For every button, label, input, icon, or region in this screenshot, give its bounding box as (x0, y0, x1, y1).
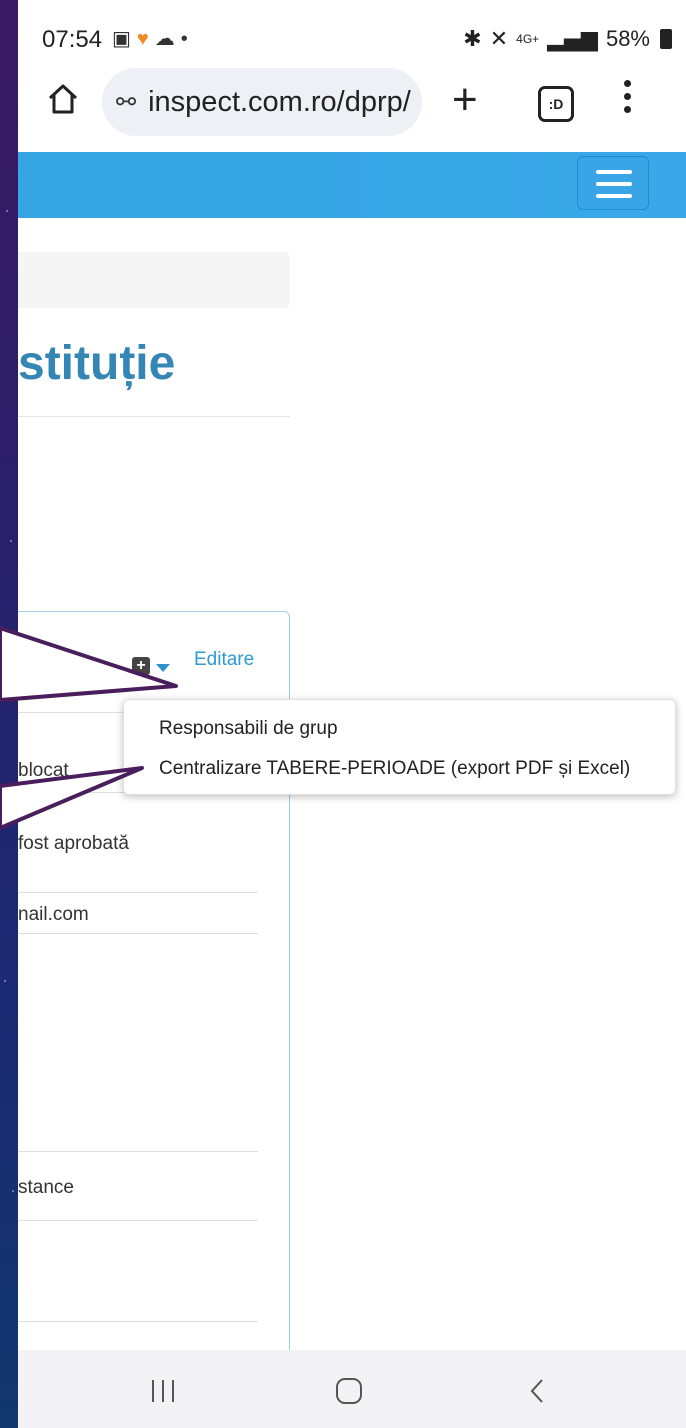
status-time: 07:54 (42, 26, 103, 53)
back-icon[interactable] (526, 1378, 550, 1404)
signal-icon: ▂▄▆ (547, 26, 598, 52)
actions-dropdown-menu: Responsabili de grup Centralizare TABERE… (123, 699, 676, 795)
page-title: stituție (18, 337, 176, 390)
android-nav-bar (18, 1350, 686, 1428)
app-notification-icon: ♥ (136, 28, 155, 50)
address-bar[interactable]: ⚯ inspect.com.ro/dprp/ (102, 68, 422, 136)
background-star (10, 540, 12, 542)
panel-row-text: stance (18, 1177, 74, 1198)
weather-icon: ☁ (154, 28, 181, 50)
row-divider (18, 933, 258, 934)
site-header (18, 152, 686, 218)
new-tab-icon[interactable]: + (452, 78, 478, 122)
row-divider (18, 1321, 258, 1322)
home-nav-icon[interactable] (336, 1378, 362, 1404)
site-settings-icon[interactable]: ⚯ (116, 88, 136, 116)
panel-actions: + (132, 657, 170, 675)
notification-icons: ▣♥☁• (112, 26, 194, 51)
add-icon[interactable]: + (132, 657, 150, 675)
panel-row-text: fost aprobată (18, 833, 129, 854)
background-star (12, 1190, 14, 1192)
edit-link[interactable]: Editare (194, 649, 254, 671)
recents-icon[interactable] (152, 1380, 176, 1402)
background-star (4, 980, 6, 982)
phone-screen: 07:54 ▣♥☁• ✱ ✕ 4G+ ▂▄▆ 58% ⚯ inspect.com… (18, 0, 686, 1428)
browser-menu-icon[interactable] (624, 80, 632, 119)
caret-down-icon[interactable] (156, 663, 170, 672)
gallery-icon: ▣ (112, 28, 137, 50)
row-divider (18, 1151, 258, 1152)
menu-item-responsabili[interactable]: Responsabili de grup (159, 718, 338, 740)
row-divider (18, 892, 258, 893)
title-divider (18, 416, 290, 417)
panel-row-text: nail.com (18, 904, 89, 925)
url-text: inspect.com.ro/dprp/ (148, 85, 411, 118)
menu-item-centralizare[interactable]: Centralizare TABERE-PERIOADE (export PDF… (159, 758, 630, 780)
tab-switcher-button[interactable]: :D (538, 86, 574, 122)
panel-row-text: blocat (18, 760, 69, 781)
network-type: 4G+ (516, 32, 540, 46)
more-notifications-icon: • (180, 28, 194, 50)
mute-icon: ✕ (489, 26, 509, 52)
bluetooth-icon: ✱ (463, 26, 482, 52)
battery-icon (660, 29, 672, 49)
hamburger-menu-button[interactable] (577, 156, 649, 210)
battery-percent: 58% (605, 26, 650, 51)
background-star (6, 210, 8, 212)
browser-toolbar: ⚯ inspect.com.ro/dprp/ + :D (18, 68, 686, 152)
status-bar: 07:54 ▣♥☁• ✱ ✕ 4G+ ▂▄▆ 58% (18, 0, 686, 72)
row-divider (18, 1220, 258, 1221)
home-icon[interactable] (46, 82, 80, 116)
breadcrumb (18, 252, 290, 308)
status-right: ✱ ✕ 4G+ ▂▄▆ 58% (463, 26, 672, 52)
